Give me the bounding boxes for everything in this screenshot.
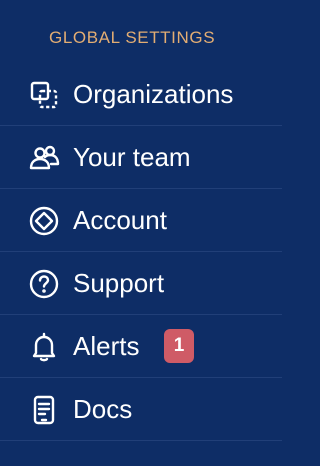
section-title: GLOBAL SETTINGS (49, 28, 216, 47)
sidebar-item-support[interactable]: Support (0, 252, 282, 315)
team-icon (28, 142, 60, 174)
docs-icon (28, 394, 60, 426)
global-settings-sidebar: GLOBAL SETTINGS Organizations Your team … (0, 0, 282, 466)
sidebar-item-label: Organizations (73, 79, 234, 109)
sidebar-item-label: Support (73, 268, 165, 298)
sidebar-item-label: Your team (73, 142, 191, 172)
sidebar-item-account[interactable]: Account (0, 189, 282, 252)
alerts-count-badge: 1 (164, 329, 194, 363)
organizations-icon (28, 79, 60, 111)
account-icon (28, 205, 60, 237)
sidebar-item-label: Account (73, 205, 167, 235)
sidebar-item-label: Docs (73, 394, 133, 424)
sidebar-item-alerts[interactable]: Alerts 1 (0, 315, 282, 378)
bell-icon (28, 331, 60, 363)
sidebar-item-docs[interactable]: Docs (0, 378, 282, 441)
sidebar-item-your-team[interactable]: Your team (0, 126, 282, 189)
settings-menu: Organizations Your team Account Support … (0, 63, 282, 441)
support-icon (28, 268, 60, 300)
sidebar-item-label: Alerts (73, 331, 140, 361)
sidebar-item-organizations[interactable]: Organizations (0, 63, 282, 126)
